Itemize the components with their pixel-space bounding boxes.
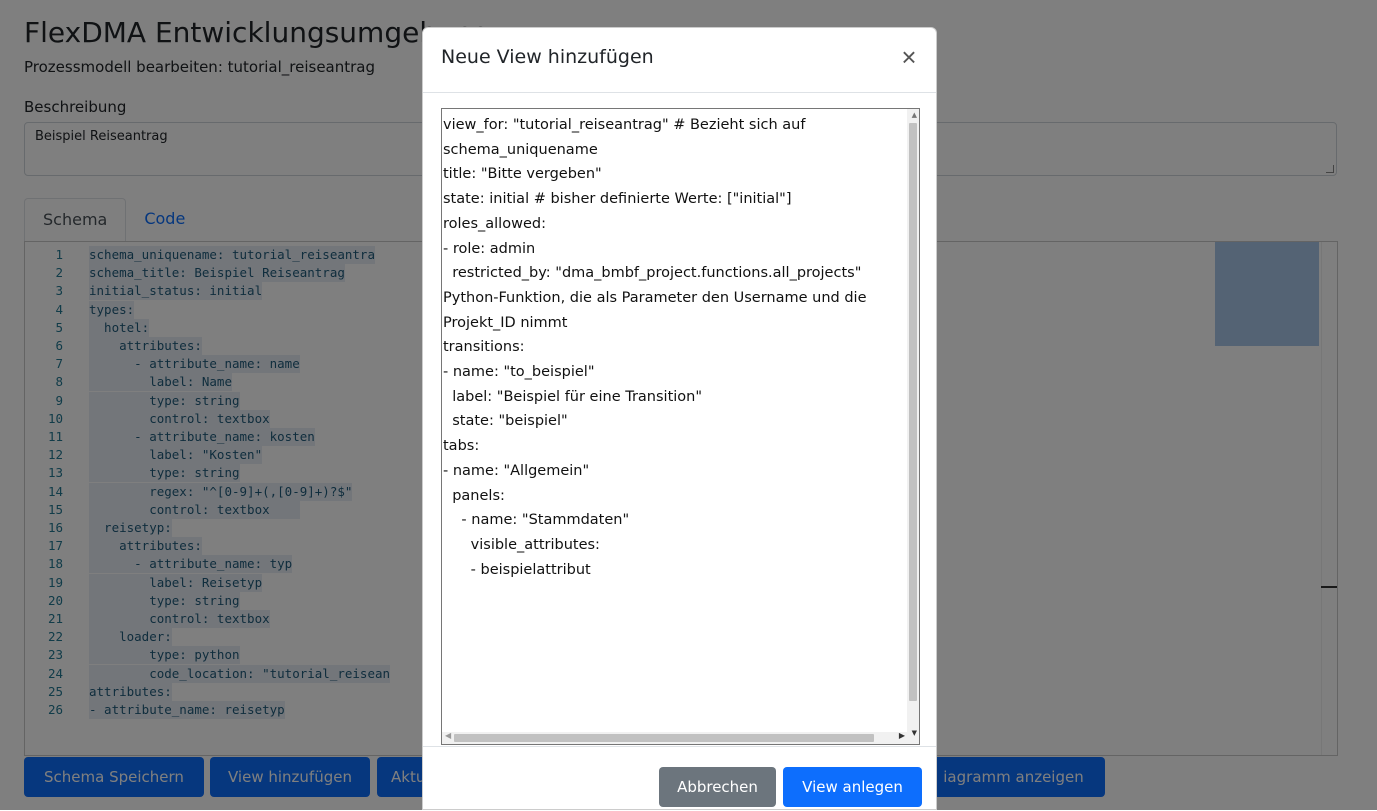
create-view-button[interactable]: View anlegen [783, 767, 922, 807]
textarea-line: - role: admin [443, 240, 536, 257]
modal-header: Neue View hinzufügen × [423, 28, 936, 93]
textarea-vertical-thumb[interactable] [909, 123, 917, 701]
textarea-line: view_for: "tutorial_reiseantrag" # Bezie… [443, 117, 806, 133]
textarea-line: state: "beispiel" [443, 413, 568, 430]
close-icon[interactable]: × [896, 44, 922, 70]
modal-title: Neue View hinzufügen [441, 46, 654, 68]
cancel-button[interactable]: Abbrechen [659, 767, 776, 807]
textarea-line: state: initial # bisher definierte Werte… [443, 191, 792, 208]
view-definition-text: view_for: "tutorial_reiseantrag" # Bezie… [442, 113, 919, 582]
textarea-horizontal-scrollbar[interactable]: ◀ ▶ [442, 731, 909, 744]
textarea-line: schema_uniquename [443, 141, 598, 158]
textarea-line: transitions: [443, 339, 525, 356]
add-view-modal: Neue View hinzufügen × view_for: "tutori… [422, 27, 937, 810]
textarea-line: label: "Beispiel für eine Transition" [443, 388, 703, 405]
view-definition-textarea[interactable]: view_for: "tutorial_reiseantrag" # Bezie… [441, 108, 920, 745]
textarea-line: Python-Funktion, die als Parameter den U… [443, 289, 867, 306]
textarea-line: restricted_by: "dma_bmbf_project.functio… [443, 265, 862, 282]
scroll-up-icon[interactable]: ▲ [912, 111, 917, 119]
textarea-line: - name: "to_beispiel" [443, 364, 595, 381]
textarea-line: roles_allowed: [443, 215, 546, 232]
scroll-right-icon[interactable]: ▶ [899, 731, 905, 740]
textarea-line: visible_attributes: [443, 536, 600, 553]
textarea-line: - name: "Stammdaten" [443, 512, 630, 529]
textarea-line: tabs: [443, 438, 480, 455]
modal-footer: Abbrechen View anlegen [423, 746, 936, 811]
textarea-line: title: "Bitte vergeben" [443, 166, 602, 183]
textarea-vertical-scrollbar[interactable]: ▲ ▼ [907, 109, 919, 744]
textarea-horizontal-thumb[interactable] [454, 734, 874, 742]
textarea-line: - beispielattribut [443, 561, 591, 578]
textarea-line: Projekt_ID nimmt [443, 314, 568, 331]
textarea-line: panels: [443, 487, 505, 504]
scroll-left-icon[interactable]: ◀ [445, 731, 451, 740]
textarea-line: - name: "Allgemein" [443, 462, 590, 479]
scroll-down-icon[interactable]: ▼ [912, 729, 917, 737]
